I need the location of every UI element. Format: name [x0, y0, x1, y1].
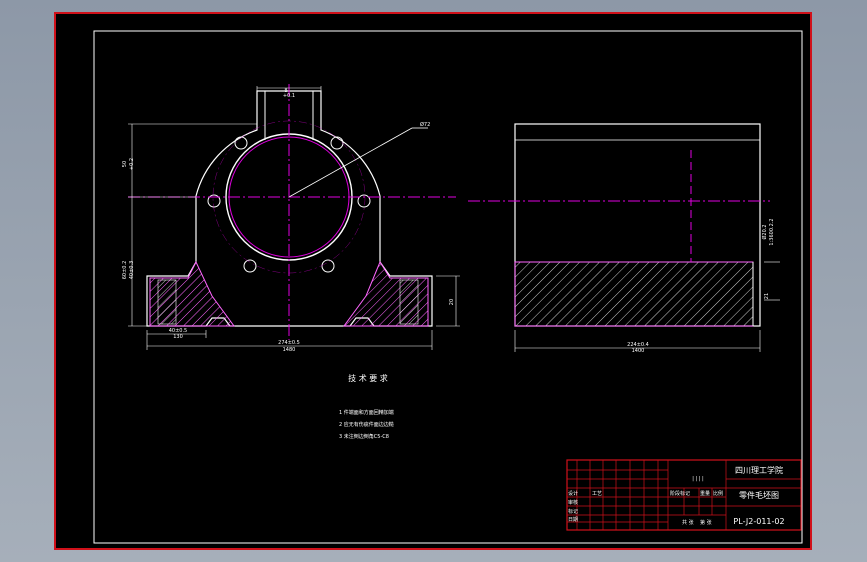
dim-left-low-sub: 40±0.3: [129, 261, 135, 280]
title-row-label-3: 工艺: [592, 491, 602, 497]
dim-side-right: Ø20.2: [761, 224, 768, 239]
left-pad-crosshatch: [157, 279, 177, 325]
side-view: [468, 123, 780, 352]
front-view: [128, 84, 460, 350]
dim-left-height-sub: +0.2: [129, 158, 135, 170]
title-drawing-code: PL-J2-011-02: [733, 517, 784, 526]
title-mid-label-3: 比例: [713, 490, 723, 497]
dim-bottom-total-sub: 1480: [283, 347, 296, 353]
notes-title: 技 术 要 求: [348, 373, 388, 383]
title-row-label-4: 标记: [568, 508, 578, 515]
side-view-section: [514, 261, 754, 327]
dim-side-bottom-sub: 1400: [632, 348, 645, 354]
cad-drawing: 8 +0.1 50 +0.2 60±0.2 40±0.3 20 40±0.5 1…: [93, 30, 803, 544]
notes-item-3: 3 未注倒边倒角C5-C8: [339, 433, 389, 440]
drawing-sheet: 8 +0.1 50 +0.2 60±0.2 40±0.3 20 40±0.5 1…: [54, 12, 812, 550]
title-bottom-label-1: 共 张: [682, 519, 694, 526]
notes-item-2: 2 应无有伤疵件面边边糙: [339, 421, 394, 428]
title-school: 四川理工学院: [735, 465, 783, 475]
notes-item-1: 1 件端面和方面回精加端: [339, 409, 394, 416]
dim-left-low: 60±0.2: [122, 261, 128, 280]
title-scale-marks: | | | |: [692, 476, 704, 482]
title-mid-label-2: 重量: [700, 490, 710, 497]
dim-right-foot: 20: [449, 299, 455, 305]
dim-bottom-left-sub: 130: [173, 334, 183, 340]
dim-top-slot-sub: +0.1: [283, 93, 295, 99]
title-drawing-name: 零件毛坯图: [739, 490, 779, 500]
title-row-label-2: 审核: [568, 499, 578, 506]
title-bottom-label-2: 第 张: [700, 519, 712, 526]
title-row-label-5: 日期: [568, 517, 578, 523]
dim-side-right-sub: 1:3600.2.2: [769, 218, 775, 245]
dim-diameter-leader: Ø72: [420, 121, 430, 128]
right-pad-crosshatch: [399, 279, 419, 325]
dim-side-right-low: 21: [764, 293, 770, 299]
dim-bottom-total: 274±0.5: [278, 340, 300, 346]
title-row-label-1: 设计: [568, 490, 578, 497]
title-mid-label-1: 阶段标记: [670, 490, 690, 497]
dim-left-height: 50: [122, 161, 128, 167]
